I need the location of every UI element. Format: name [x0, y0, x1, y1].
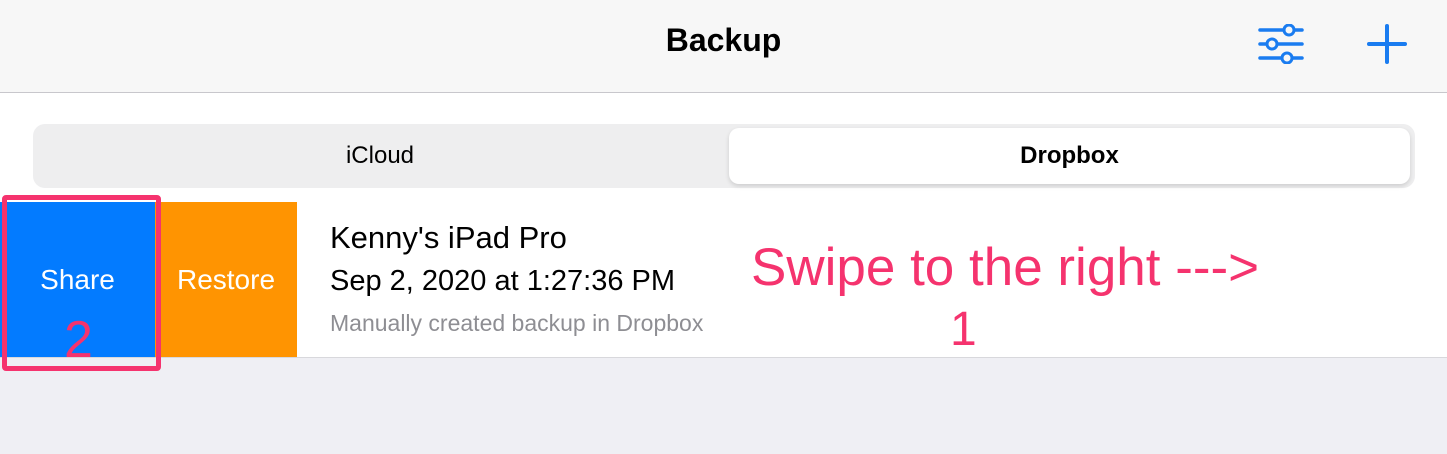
add-button[interactable]: [1359, 18, 1415, 70]
backup-date: Sep 2, 2020 at 1:27:36 PM: [330, 265, 676, 297]
backup-list-panel: iCloud Dropbox Share Restore Kenny's iPa…: [0, 93, 1447, 358]
step-2-label: 2: [64, 311, 93, 369]
backup-device-name: Kenny's iPad Pro: [330, 220, 567, 255]
backup-description: Manually created backup in Dropbox: [330, 310, 704, 336]
sliders-icon: [1258, 24, 1304, 64]
segment-icloud[interactable]: iCloud: [37, 128, 723, 184]
filter-button[interactable]: [1253, 18, 1309, 70]
plus-icon: [1367, 24, 1407, 64]
segment-dropbox[interactable]: Dropbox: [729, 128, 1410, 184]
swipe-instruction: Swipe to the right --->: [751, 238, 1260, 297]
storage-segmented-control: iCloud Dropbox: [33, 124, 1415, 188]
restore-button[interactable]: Restore: [155, 202, 297, 357]
step-1-label: 1: [950, 303, 977, 356]
page-title: Backup: [665, 22, 782, 58]
navigation-bar: Backup: [0, 0, 1447, 93]
